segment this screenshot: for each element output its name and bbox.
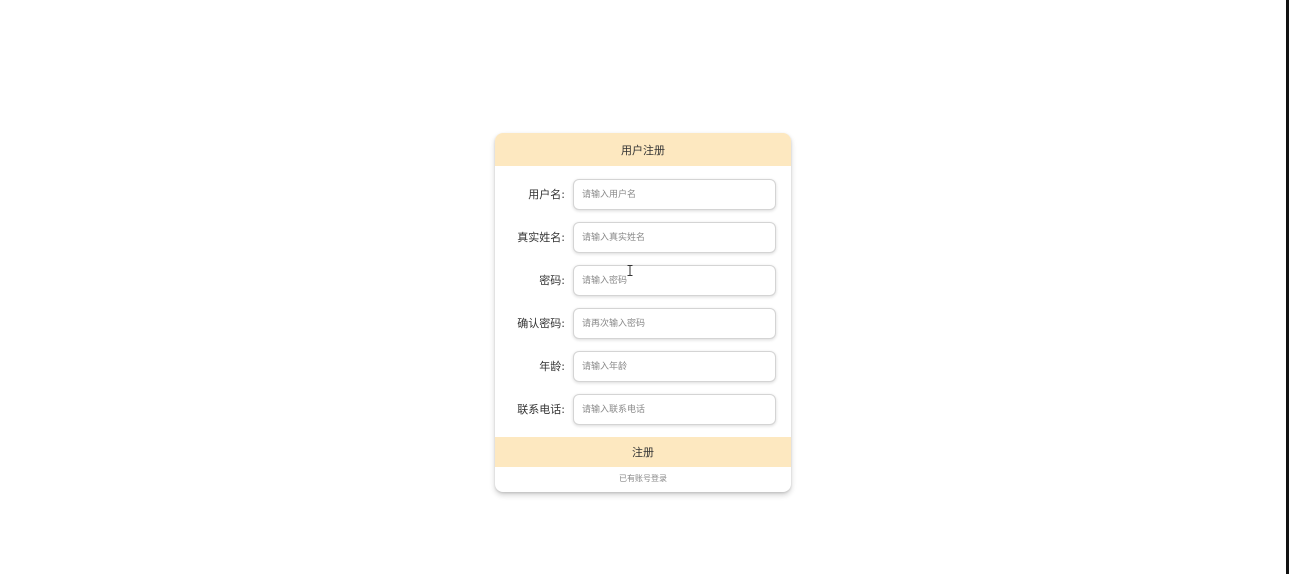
page: 用户注册 用户名: 真实姓名: 密码: 确认密码: 年龄: xyxy=(0,0,1289,574)
age-label: 年龄: xyxy=(539,360,565,373)
confirm-password-label: 确认密码: xyxy=(517,317,565,330)
form-row-password: 密码: xyxy=(495,265,791,297)
register-button[interactable]: 注册 xyxy=(495,437,791,467)
phone-input[interactable] xyxy=(573,394,776,425)
register-form: 用户名: 真实姓名: 密码: 确认密码: 年龄: 联系电话: xyxy=(495,166,791,437)
form-row-realname: 真实姓名: xyxy=(495,222,791,254)
text-cursor-icon xyxy=(627,265,633,276)
username-label: 用户名: xyxy=(528,188,565,201)
form-row-confirm-password: 确认密码: xyxy=(495,308,791,340)
login-link[interactable]: 已有账号登录 xyxy=(495,467,791,492)
confirm-password-input[interactable] xyxy=(573,308,776,339)
age-input[interactable] xyxy=(573,351,776,382)
username-input[interactable] xyxy=(573,179,776,210)
password-label: 密码: xyxy=(539,274,565,287)
password-input[interactable] xyxy=(573,265,776,296)
form-row-phone: 联系电话: xyxy=(495,394,791,426)
phone-label: 联系电话: xyxy=(517,403,565,416)
realname-label: 真实姓名: xyxy=(517,231,565,244)
card-title: 用户注册 xyxy=(495,133,791,166)
form-row-age: 年龄: xyxy=(495,351,791,383)
form-row-username: 用户名: xyxy=(495,179,791,211)
register-card: 用户注册 用户名: 真实姓名: 密码: 确认密码: 年龄: xyxy=(495,133,791,492)
realname-input[interactable] xyxy=(573,222,776,253)
